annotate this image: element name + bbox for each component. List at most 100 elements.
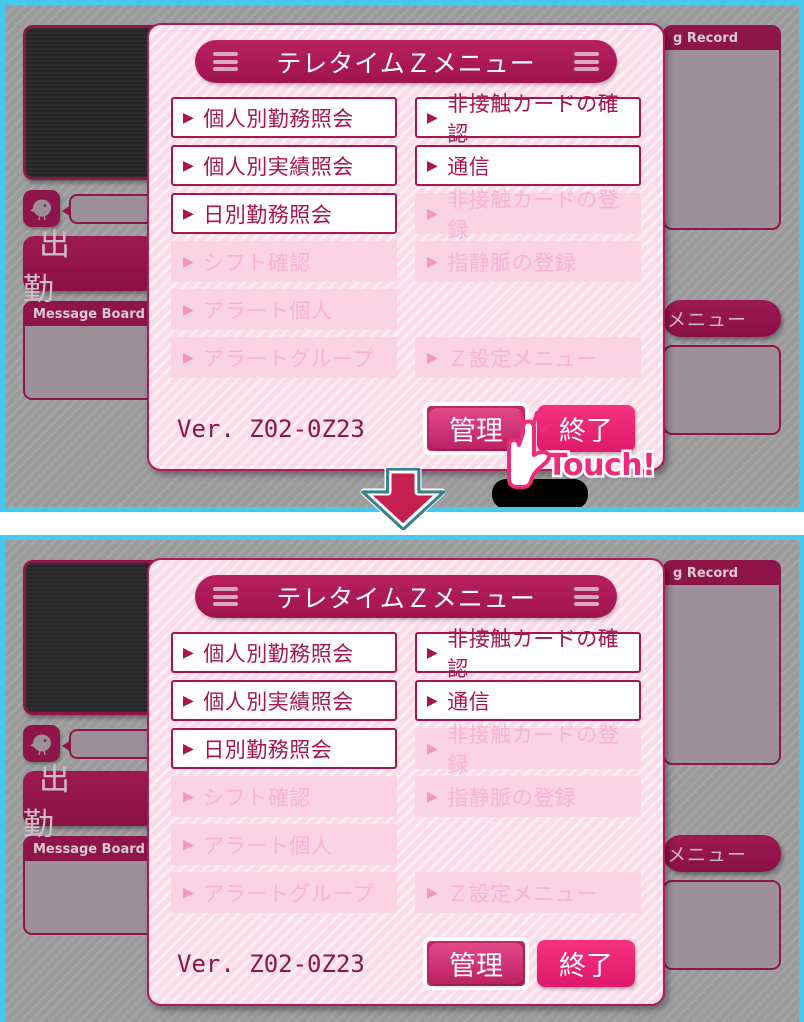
menu-item-empty-slot <box>415 824 641 865</box>
menu-item-personal-results[interactable]: ▶ 個人別実績照会 <box>171 145 397 186</box>
working-record-body <box>665 50 779 228</box>
version-label: Ver. Z02-0Z23 <box>177 949 365 978</box>
arrow-marker-icon: ▶ <box>427 692 439 709</box>
arrow-marker-icon: ▶ <box>183 253 195 270</box>
arrow-marker-icon: ▶ <box>183 788 195 805</box>
dialog-footer-buttons: 管理 終了 <box>423 937 635 990</box>
menu-item-personal-attendance[interactable]: ▶ 個人別勤務照会 <box>171 632 397 673</box>
menu-item-daily-attendance[interactable]: ▶ 日別勤務照会 <box>171 728 397 769</box>
menu-item-alert-personal: ▶ アラート個人 <box>171 824 397 865</box>
hamburger-icon-right[interactable] <box>574 49 599 75</box>
menu-item-label: 通信 <box>447 689 491 714</box>
clock-in-button[interactable]: 出 勤 <box>23 227 154 308</box>
dialog-title-bar: テレタイムＺメニュー <box>195 575 617 618</box>
menu-item-alert-group: ▶ アラートグループ <box>171 872 397 913</box>
arrow-marker-icon: ▶ <box>183 692 195 709</box>
menu-item-personal-attendance[interactable]: ▶ 個人別勤務照会 <box>171 97 397 138</box>
admin-button[interactable]: 管理 <box>429 943 523 984</box>
screenshot-root: 出 勤 退 勤 Message Board g Record メニュー テレタイ… <box>0 0 804 1022</box>
menu-item-communication[interactable]: ▶ 通信 <box>415 680 641 721</box>
dialog-title: テレタイムＺメニュー <box>276 48 536 78</box>
clock-in-button[interactable]: 出 勤 <box>23 762 154 843</box>
arrow-marker-icon: ▶ <box>427 253 439 270</box>
menu-item-label: Ｚ設定メニュー <box>447 881 598 906</box>
menu-item-fingervein-register: ▶ 指静脈の登録 <box>415 241 641 282</box>
teletime-menu-dialog: テレタイムＺメニュー ▶ 個人別勤務照会 ▶ 非接触カードの確認 ▶ 個人別実績照会 … <box>147 23 665 471</box>
menu-item-label: 個人別実績照会 <box>203 154 354 179</box>
arrow-marker-icon: ▶ <box>183 301 195 318</box>
menu-item-daily-attendance[interactable]: ▶ 日別勤務照会 <box>171 193 397 234</box>
menu-item-label: 日別勤務照会 <box>203 737 333 762</box>
app-menu-button[interactable]: メニュー <box>663 835 781 872</box>
menu-item-label: アラート個人 <box>203 298 333 323</box>
menu-item-label: 個人別実績照会 <box>203 689 354 714</box>
menu-item-z-settings: ▶ Ｚ設定メニュー <box>415 337 641 378</box>
down-arrow-icon <box>358 466 448 532</box>
dialog-menu-grid: ▶ 個人別勤務照会 ▶ 非接触カードの確認 ▶ 個人別実績照会 ▶ 通信 ▶ 日別勤務照会… <box>171 92 641 378</box>
bird-icon <box>23 190 60 227</box>
menu-item-label: Ｚ設定メニュー <box>447 346 598 371</box>
arrow-marker-icon: ▶ <box>183 109 195 126</box>
menu-item-label: 個人別勤務照会 <box>203 106 354 131</box>
working-record-title: g Record <box>665 27 779 50</box>
app-side-panel <box>663 880 781 970</box>
arrow-marker-icon: ▶ <box>427 157 439 174</box>
menu-item-label: 非接触カードの確認 <box>447 626 620 681</box>
menu-item-label: 日別勤務照会 <box>203 202 333 227</box>
dialog-title-bar: テレタイムＺメニュー <box>195 40 617 83</box>
menu-item-label: アラート個人 <box>203 833 333 858</box>
menu-item-label: アラートグループ <box>203 346 375 371</box>
menu-item-label: 非接触カードの登録 <box>447 722 620 777</box>
version-label: Ver. Z02-0Z23 <box>177 414 365 443</box>
menu-item-card-register: ▶ 非接触カードの登録 <box>415 188 641 242</box>
device-panel-bottom: 出 勤 退 勤 Message Board g Record メニュー テレタイ… <box>0 535 804 1022</box>
arrow-marker-icon: ▶ <box>427 740 439 757</box>
arrow-marker-icon: ▶ <box>183 884 195 901</box>
working-record-body <box>665 585 779 763</box>
arrow-marker-icon: ▶ <box>427 349 439 366</box>
menu-item-card-verify[interactable]: ▶ 非接触カードの確認 <box>415 627 641 681</box>
menu-item-shift-check: ▶ シフト確認 <box>171 776 397 817</box>
menu-item-communication[interactable]: ▶ 通信 <box>415 145 641 186</box>
menu-item-label: アラートグループ <box>203 881 375 906</box>
working-record-title: g Record <box>665 562 779 585</box>
menu-item-label: 非接触カードの登録 <box>447 187 620 242</box>
menu-item-label: 個人別勤務照会 <box>203 641 354 666</box>
pointing-hand-icon <box>497 409 559 489</box>
app-menu-button[interactable]: メニュー <box>663 300 781 337</box>
arrow-marker-icon: ▶ <box>427 109 439 126</box>
device-panel-top: 出 勤 退 勤 Message Board g Record メニュー テレタイ… <box>0 0 804 512</box>
touch-label: Touch! <box>544 446 658 486</box>
hamburger-icon-left[interactable] <box>213 584 238 610</box>
arrow-marker-icon: ▶ <box>183 740 195 757</box>
menu-item-alert-group: ▶ アラートグループ <box>171 337 397 378</box>
menu-item-alert-personal: ▶ アラート個人 <box>171 289 397 330</box>
arrow-marker-icon: ▶ <box>427 884 439 901</box>
menu-item-label: シフト確認 <box>203 250 311 275</box>
arrow-marker-icon: ▶ <box>427 788 439 805</box>
app-right-column: g Record メニュー <box>663 560 781 970</box>
arrow-marker-icon: ▶ <box>427 644 439 661</box>
menu-item-card-register: ▶ 非接触カードの登録 <box>415 723 641 777</box>
menu-item-shift-check: ▶ シフト確認 <box>171 241 397 282</box>
arrow-marker-icon: ▶ <box>183 836 195 853</box>
exit-button[interactable]: 終了 <box>537 940 635 987</box>
working-record-card: g Record <box>663 560 781 765</box>
admin-button-focus-ring: 管理 <box>423 937 529 990</box>
dialog-menu-grid: ▶ 個人別勤務照会 ▶ 非接触カードの確認 ▶ 個人別実績照会 ▶ 通信 ▶ 日別勤務照会… <box>171 627 641 913</box>
working-record-card: g Record <box>663 25 781 230</box>
arrow-marker-icon: ▶ <box>183 644 195 661</box>
menu-item-personal-results[interactable]: ▶ 個人別実績照会 <box>171 680 397 721</box>
arrow-marker-icon: ▶ <box>183 349 195 366</box>
touch-annotation-top: Touch! <box>497 409 658 489</box>
menu-item-z-settings: ▶ Ｚ設定メニュー <box>415 872 641 913</box>
dialog-title: テレタイムＺメニュー <box>276 583 536 613</box>
menu-item-label: 非接触カードの確認 <box>447 91 620 146</box>
hamburger-icon-left[interactable] <box>213 49 238 75</box>
menu-item-label: 通信 <box>447 154 491 179</box>
menu-item-label: シフト確認 <box>203 785 311 810</box>
app-right-column: g Record メニュー <box>663 25 781 435</box>
hamburger-icon-right[interactable] <box>574 584 599 610</box>
arrow-marker-icon: ▶ <box>183 205 195 222</box>
menu-item-card-verify[interactable]: ▶ 非接触カードの確認 <box>415 92 641 146</box>
